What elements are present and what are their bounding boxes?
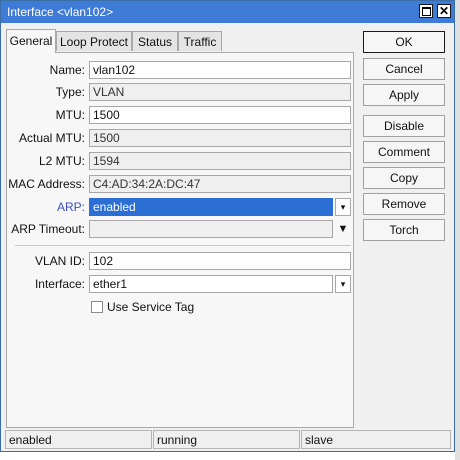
actual-mtu-label: Actual MTU: bbox=[18, 131, 85, 145]
copy-button[interactable]: Copy bbox=[363, 167, 445, 189]
background-window-edge bbox=[455, 0, 460, 460]
use-service-tag-label: Use Service Tag bbox=[107, 300, 195, 314]
interface-select[interactable]: ether1 bbox=[89, 275, 333, 293]
name-field[interactable]: vlan102 bbox=[89, 61, 351, 79]
maximize-icon[interactable] bbox=[419, 4, 433, 18]
interface-dropdown-icon[interactable]: ▾ bbox=[335, 275, 351, 293]
vlan-id-field[interactable]: 102 bbox=[89, 252, 351, 270]
l2-mtu-field: 1594 bbox=[89, 152, 351, 170]
close-icon[interactable]: ✕ bbox=[437, 4, 451, 18]
interface-label: Interface: bbox=[34, 277, 85, 291]
title-bar[interactable]: Interface <vlan102> ✕ bbox=[1, 1, 454, 23]
arp-label[interactable]: ARP: bbox=[7, 198, 85, 216]
use-service-tag-checkbox[interactable] bbox=[91, 301, 103, 313]
arp-timeout-expand-icon[interactable]: ▼ bbox=[337, 220, 349, 238]
arp-dropdown-icon[interactable]: ▾ bbox=[335, 198, 351, 216]
status-running: running bbox=[153, 430, 300, 449]
mtu-field[interactable]: 1500 bbox=[89, 106, 351, 124]
mac-address-label: MAC Address: bbox=[8, 177, 85, 191]
window-title: Interface <vlan102> bbox=[7, 5, 114, 19]
remove-button[interactable]: Remove bbox=[363, 193, 445, 215]
arp-select[interactable]: enabled bbox=[89, 198, 333, 216]
name-label: Name: bbox=[49, 63, 85, 77]
arp-timeout-label: ARP Timeout: bbox=[11, 222, 85, 236]
ok-button[interactable]: OK bbox=[363, 31, 445, 53]
tab-general[interactable]: General bbox=[6, 29, 56, 53]
arp-timeout-field[interactable] bbox=[89, 220, 333, 238]
apply-button[interactable]: Apply bbox=[363, 84, 445, 106]
type-field: VLAN bbox=[89, 83, 351, 101]
general-panel: Name: vlan102 Type: VLAN MTU: 1500 Actua… bbox=[6, 52, 354, 428]
comment-button[interactable]: Comment bbox=[363, 141, 445, 163]
l2-mtu-label: L2 MTU: bbox=[38, 154, 85, 168]
type-label: Type: bbox=[55, 85, 85, 99]
mtu-label: MTU: bbox=[55, 108, 85, 122]
tab-status[interactable]: Status bbox=[132, 31, 178, 51]
mac-address-field: C4:AD:34:2A:DC:47 bbox=[89, 175, 351, 193]
torch-button[interactable]: Torch bbox=[363, 219, 445, 241]
separator bbox=[15, 245, 351, 246]
interface-dialog: Interface <vlan102> ✕ General Loop Prote… bbox=[0, 0, 455, 452]
tab-loop-protect[interactable]: Loop Protect bbox=[56, 31, 132, 51]
tab-traffic[interactable]: Traffic bbox=[178, 31, 222, 51]
status-enabled: enabled bbox=[5, 430, 152, 449]
status-bar: enabled running slave bbox=[5, 430, 451, 449]
actual-mtu-field: 1500 bbox=[89, 129, 351, 147]
status-slave: slave bbox=[301, 430, 451, 449]
cancel-button[interactable]: Cancel bbox=[363, 58, 445, 80]
disable-button[interactable]: Disable bbox=[363, 115, 445, 137]
vlan-id-label: VLAN ID: bbox=[34, 254, 85, 268]
